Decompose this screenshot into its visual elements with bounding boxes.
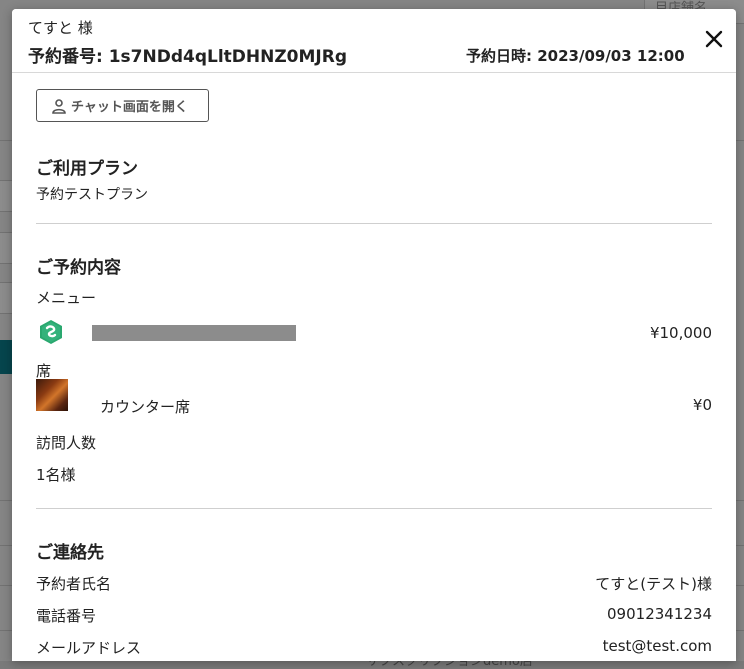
seat-price: ¥0 (692, 396, 712, 414)
person-icon (52, 98, 66, 114)
menu-label: メニュー (36, 289, 97, 307)
plan-name: 予約テストプラン (36, 187, 148, 203)
open-chat-button[interactable]: チャット画面を開く (36, 89, 209, 122)
close-icon (705, 30, 723, 48)
visitors-label: 訪問人数 (36, 434, 97, 452)
contact-phone-label: 電話番号 (36, 607, 97, 625)
open-chat-button-label: チャット画面を開く (71, 100, 188, 115)
contact-heading: ご連絡先 (36, 543, 104, 563)
reservation-number: 予約番号: 1s7NDd4qLltDHNZ0MJRg (28, 47, 348, 67)
visitors-value: 1名様 (36, 466, 76, 484)
brand-logo-icon (40, 320, 62, 344)
seat-label: 席 (36, 362, 52, 380)
menu-name-redacted (92, 325, 296, 341)
counter-seat-photo (36, 379, 68, 411)
reservation-datetime: 予約日時: 2023/09/03 12:00 (466, 47, 685, 65)
contact-email-value: test@test.com (602, 637, 712, 655)
contact-phone-value: 09012341234 (607, 605, 712, 623)
section-divider (36, 508, 712, 509)
modal-body: チャット画面を開く ご利用プラン 予約テストプラン ご予約内容 メニュー ¥10… (12, 73, 736, 661)
plan-heading: ご利用プラン (36, 159, 138, 179)
section-divider (36, 223, 712, 224)
customer-name: てすと 様 (28, 19, 93, 37)
close-button[interactable] (702, 27, 726, 51)
menu-price: ¥10,000 (649, 324, 712, 342)
contact-email-label: メールアドレス (36, 639, 142, 657)
contact-name-label: 予約者氏名 (36, 575, 112, 593)
modal-header: てすと 様 予約番号: 1s7NDd4qLltDHNZ0MJRg 予約日時: 2… (12, 9, 736, 73)
contact-name-value: てすと(テスト)様 (595, 575, 712, 593)
reservation-heading: ご予約内容 (36, 258, 121, 278)
seat-name: カウンター席 (100, 398, 191, 416)
reservation-detail-modal: てすと 様 予約番号: 1s7NDd4qLltDHNZ0MJRg 予約日時: 2… (12, 9, 736, 661)
